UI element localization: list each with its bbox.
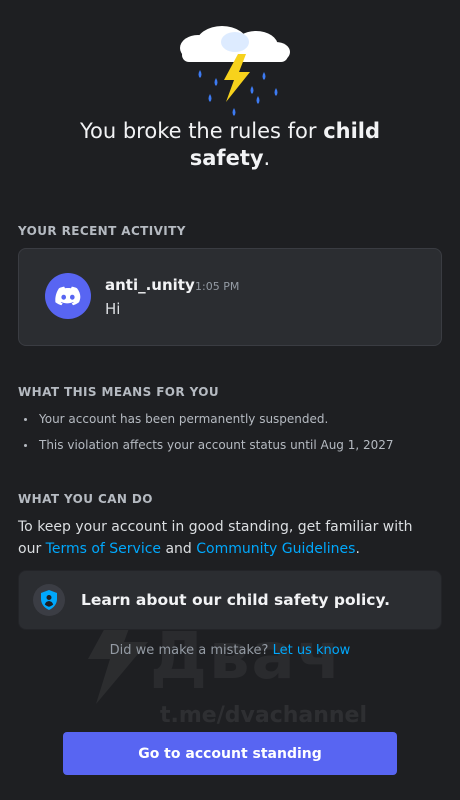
message-timestamp: 1:05 PM — [195, 280, 240, 293]
terms-of-service-link[interactable]: Terms of Service — [46, 541, 161, 557]
guidance-paragraph: To keep your account in good standing, g… — [18, 519, 413, 557]
recent-activity-heading: YOUR RECENT ACTIVITY — [18, 224, 186, 238]
go-to-account-standing-button[interactable]: Go to account standing — [63, 732, 397, 775]
page-title: You broke the rules for child safety. — [79, 119, 381, 170]
let-us-know-link[interactable]: Let us know — [273, 643, 351, 658]
bullet-dot — [24, 443, 27, 447]
policy-label: Learn about our child safety policy. — [81, 591, 391, 609]
recent-message-card: anti_.unity 1:05 PM Hi — [18, 248, 442, 346]
avatar — [45, 273, 91, 319]
shield-icon-container — [33, 584, 65, 616]
bullet-dot — [24, 417, 27, 421]
storm-cloud-illustration — [180, 26, 290, 116]
appeal-prompt: Did we make a mistake? Let us know — [109, 643, 351, 658]
child-safety-policy-button[interactable]: Learn about our child safety policy. — [18, 570, 442, 630]
list-item: This violation affects your account stat… — [24, 438, 394, 452]
shield-icon — [41, 590, 57, 610]
consequence-text: Your account has been permanently suspen… — [39, 412, 329, 426]
discord-logo-icon — [55, 286, 81, 306]
message-text: Hi — [105, 300, 121, 318]
account-standing-screen: You broke the rules for child safety. YO… — [0, 0, 460, 800]
community-guidelines-link[interactable]: Community Guidelines — [196, 541, 355, 557]
list-item: Your account has been permanently suspen… — [24, 412, 328, 426]
consequence-text: This violation affects your account stat… — [39, 438, 394, 452]
message-author: anti_.unity — [105, 276, 195, 294]
watermark-url: t.me/dvachannel — [160, 703, 368, 728]
cloud-icon — [180, 26, 290, 62]
what-you-can-do-heading: WHAT YOU CAN DO — [18, 492, 153, 506]
what-this-means-heading: WHAT THIS MEANS FOR YOU — [18, 385, 220, 399]
